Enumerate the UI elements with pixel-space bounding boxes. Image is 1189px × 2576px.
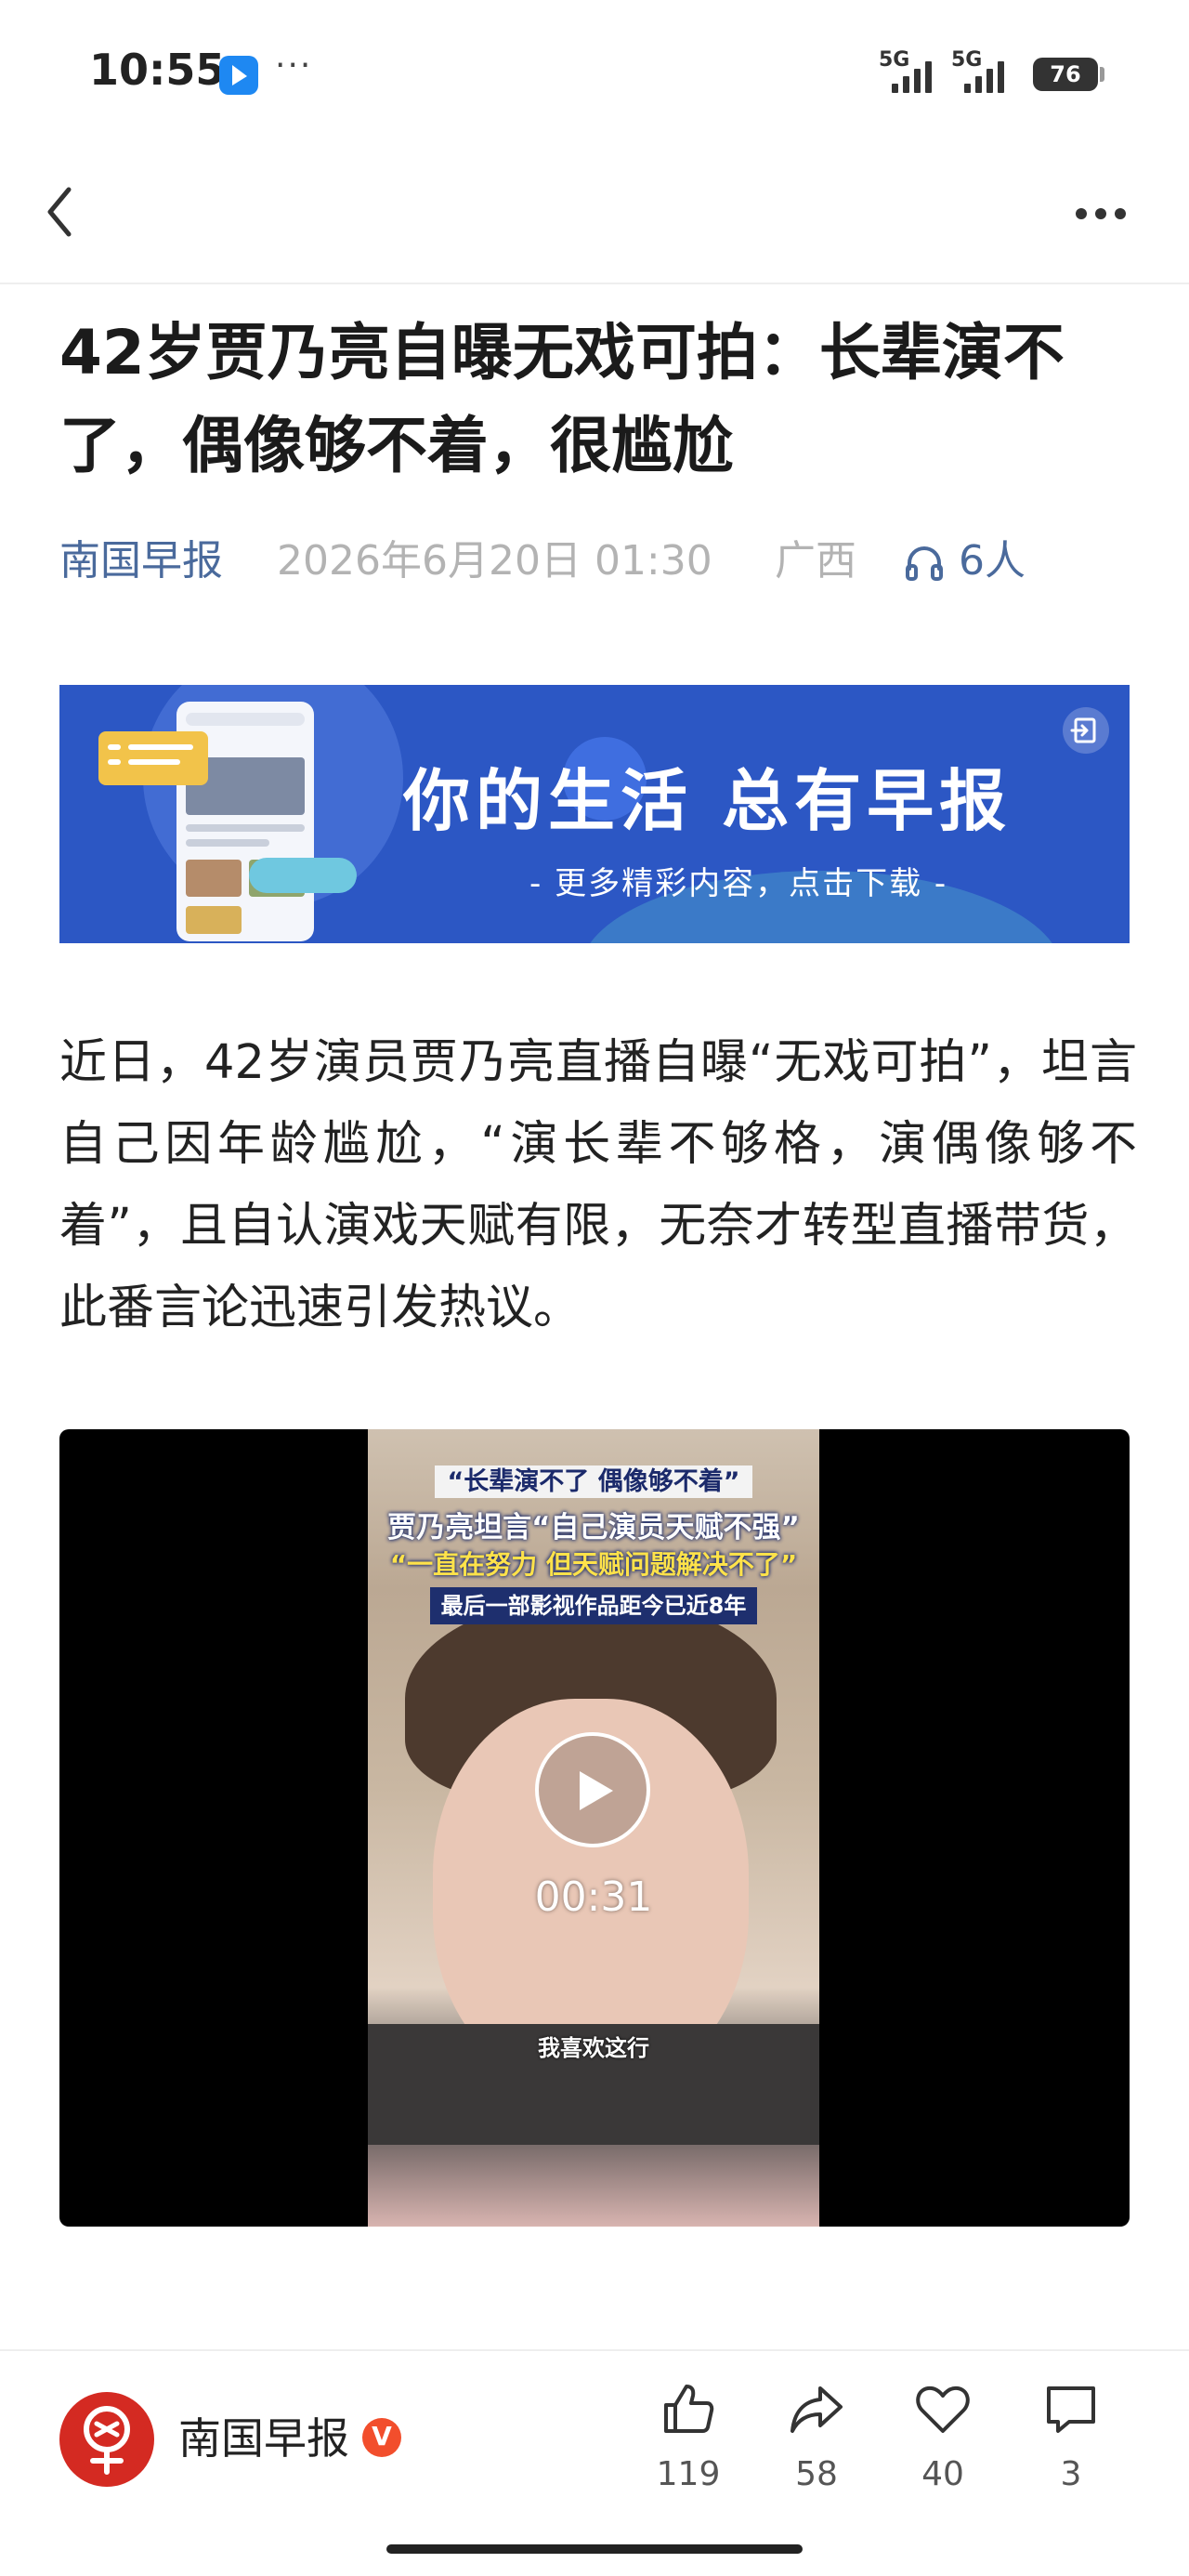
signal-icon: 5G xyxy=(951,48,1016,93)
verified-badge: V xyxy=(362,2418,401,2457)
video-caption: 贾乃亮坦言“自己演员天赋不强” xyxy=(387,1511,800,1544)
article-paragraph: 近日，42岁演员贾乃亮直播自曝“无戏可拍”，坦言自己因年龄尴尬，“演长辈不够格，… xyxy=(59,1035,1137,1335)
video-caption-text: 最后一部影视作品距今已近8年 xyxy=(429,1587,758,1624)
publisher-name[interactable]: 南国早报 xyxy=(178,2411,349,2466)
banner-subtitle: - 更多精彩内容，点击下载 - xyxy=(529,865,948,902)
article-region: 广西 xyxy=(775,537,856,585)
like-count: 119 xyxy=(656,2455,721,2493)
thumbs-up-icon xyxy=(664,2385,714,2433)
status-time: 10:55 xyxy=(89,45,226,95)
home-indicator[interactable] xyxy=(386,2544,803,2554)
more-notifications-indicator: ··· xyxy=(275,46,313,85)
app-notification-icon xyxy=(219,56,258,95)
like-button[interactable]: 119 xyxy=(637,2379,739,2493)
headphones-icon[interactable] xyxy=(903,541,946,584)
heart-icon xyxy=(916,2385,970,2433)
back-icon[interactable] xyxy=(37,177,84,247)
publisher-avatar[interactable] xyxy=(59,2392,154,2487)
comment-icon xyxy=(1047,2386,1095,2433)
signal-icon: 5G xyxy=(879,48,944,93)
favorite-button[interactable]: 40 xyxy=(892,2379,994,2493)
video-player[interactable]: “长辈演不了 偶像够不着” 贾乃亮坦言“自己演员天赋不强” “一直在努力 但天赋… xyxy=(59,1429,1130,2227)
video-caption: “长辈演不了 偶像够不着” xyxy=(368,1461,819,1498)
video-caption: 最后一部影视作品距今已近8年 xyxy=(368,1587,819,1624)
app-download-banner[interactable]: 你的生活 总有早报 - 更多精彩内容，点击下载 - xyxy=(59,685,1130,943)
play-icon[interactable] xyxy=(535,1732,650,1847)
article-date: 2026年6月20日 01:30 xyxy=(277,537,712,585)
more-options-icon[interactable] xyxy=(1068,195,1133,232)
decor-card xyxy=(98,731,208,785)
exit-icon[interactable] xyxy=(1063,707,1109,754)
comment-button[interactable]: 3 xyxy=(1020,2379,1122,2493)
decor-card xyxy=(249,858,357,893)
share-count: 58 xyxy=(795,2455,838,2493)
video-duration: 00:31 xyxy=(534,1873,653,1921)
article-title: 42岁贾乃亮自曝无戏可拍：长辈演不了，偶像够不着，很尴尬 xyxy=(59,317,1065,481)
video-subtitle: 我喜欢这行 xyxy=(538,2035,649,2061)
article-source[interactable]: 南国早报 xyxy=(59,533,223,589)
nav-divider xyxy=(0,283,1189,284)
banner-headline: 你的生活 总有早报 xyxy=(403,762,1013,840)
comment-count: 3 xyxy=(1060,2455,1082,2493)
battery-tip xyxy=(1100,67,1104,82)
share-button[interactable]: 58 xyxy=(765,2379,868,2493)
share-icon xyxy=(790,2386,843,2433)
listener-count[interactable]: 6人 xyxy=(959,533,1026,589)
battery-icon: 76 xyxy=(1033,58,1098,91)
footer-divider xyxy=(0,2349,1189,2351)
video-caption: “一直在努力 但天赋问题解决不了” xyxy=(389,1549,798,1580)
video-caption-text: “长辈演不了 偶像够不着” xyxy=(434,1465,753,1498)
favorite-count: 40 xyxy=(921,2455,964,2493)
